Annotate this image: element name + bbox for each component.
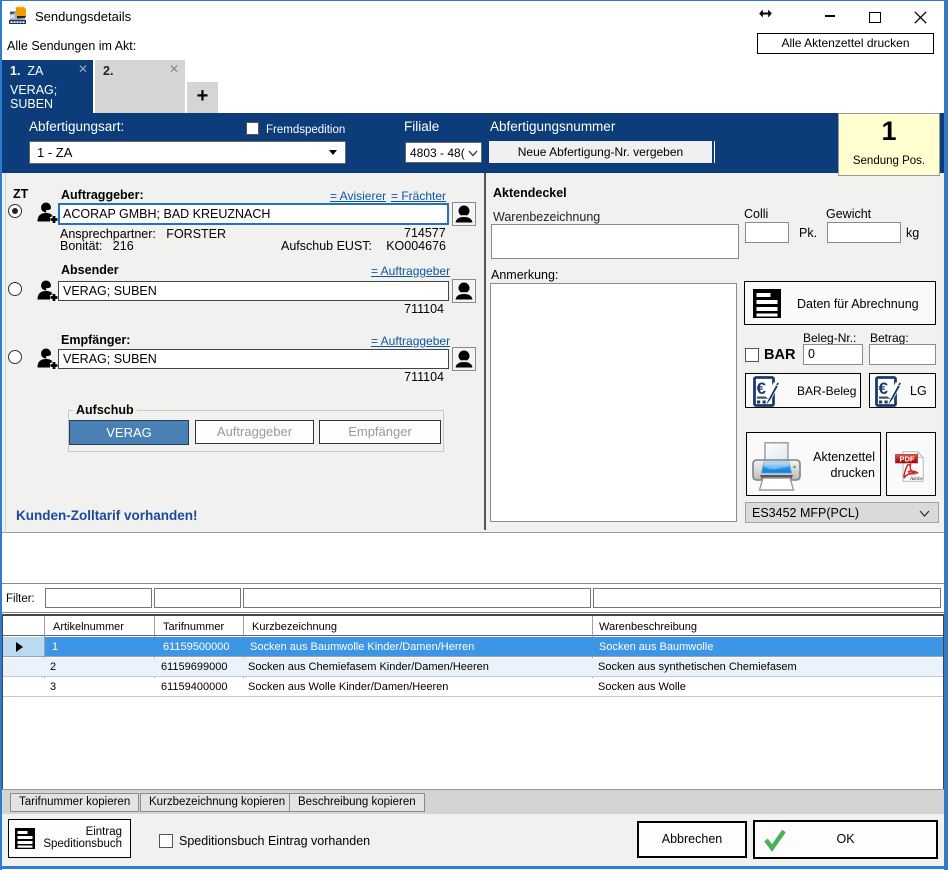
svg-text:€: € bbox=[879, 379, 889, 398]
svg-text:PDF: PDF bbox=[900, 455, 915, 464]
svg-text:€: € bbox=[757, 379, 767, 398]
svg-text:Adobe: Adobe bbox=[909, 477, 924, 482]
